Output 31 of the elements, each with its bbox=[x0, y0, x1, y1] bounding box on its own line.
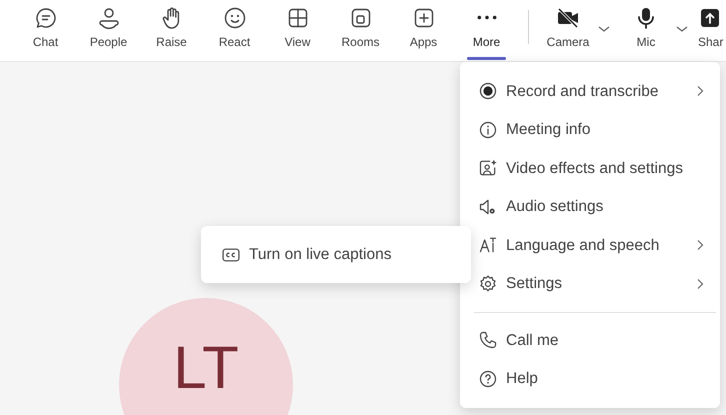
toolbar-button[interactable]: View bbox=[266, 0, 329, 61]
language-icon bbox=[478, 235, 498, 256]
menu-item[interactable]: Help bbox=[460, 360, 720, 398]
toolbar-button[interactable]: Apps bbox=[392, 0, 455, 61]
toolbar-button[interactable]: Raise bbox=[140, 0, 203, 61]
toolbar-button[interactable]: Rooms bbox=[329, 0, 392, 61]
info-icon bbox=[478, 120, 498, 140]
toolbar-button[interactable]: Camera bbox=[539, 0, 597, 61]
toolbar-button[interactable]: More bbox=[455, 0, 518, 61]
more-icon bbox=[476, 15, 496, 20]
menu-item[interactable]: Meeting info bbox=[460, 110, 720, 149]
smiley-icon bbox=[222, 6, 246, 30]
toolbar-button[interactable]: Shar bbox=[695, 0, 726, 61]
chat-icon bbox=[34, 6, 58, 30]
phone-icon bbox=[478, 330, 498, 350]
toolbar-button[interactable]: People bbox=[77, 0, 140, 61]
people-icon bbox=[96, 6, 120, 30]
toolbar-button[interactable]: React bbox=[203, 0, 266, 61]
video-effects-icon bbox=[478, 158, 498, 178]
menu-item[interactable]: Record and transcribe bbox=[460, 72, 720, 110]
record-icon bbox=[478, 81, 498, 102]
menu-item[interactable]: Audio settings bbox=[460, 188, 720, 226]
camera-off-icon bbox=[556, 6, 580, 30]
toolbar-button[interactable]: Chat bbox=[14, 0, 77, 61]
toolbar-button[interactable]: Mic bbox=[617, 0, 675, 61]
avatar: LT bbox=[119, 298, 293, 415]
share-icon bbox=[698, 6, 722, 30]
help-icon bbox=[478, 368, 498, 389]
gear-icon bbox=[478, 274, 498, 294]
menu-item[interactable]: Video effects and settings bbox=[460, 149, 720, 188]
menu-item[interactable]: Call me bbox=[460, 321, 720, 360]
